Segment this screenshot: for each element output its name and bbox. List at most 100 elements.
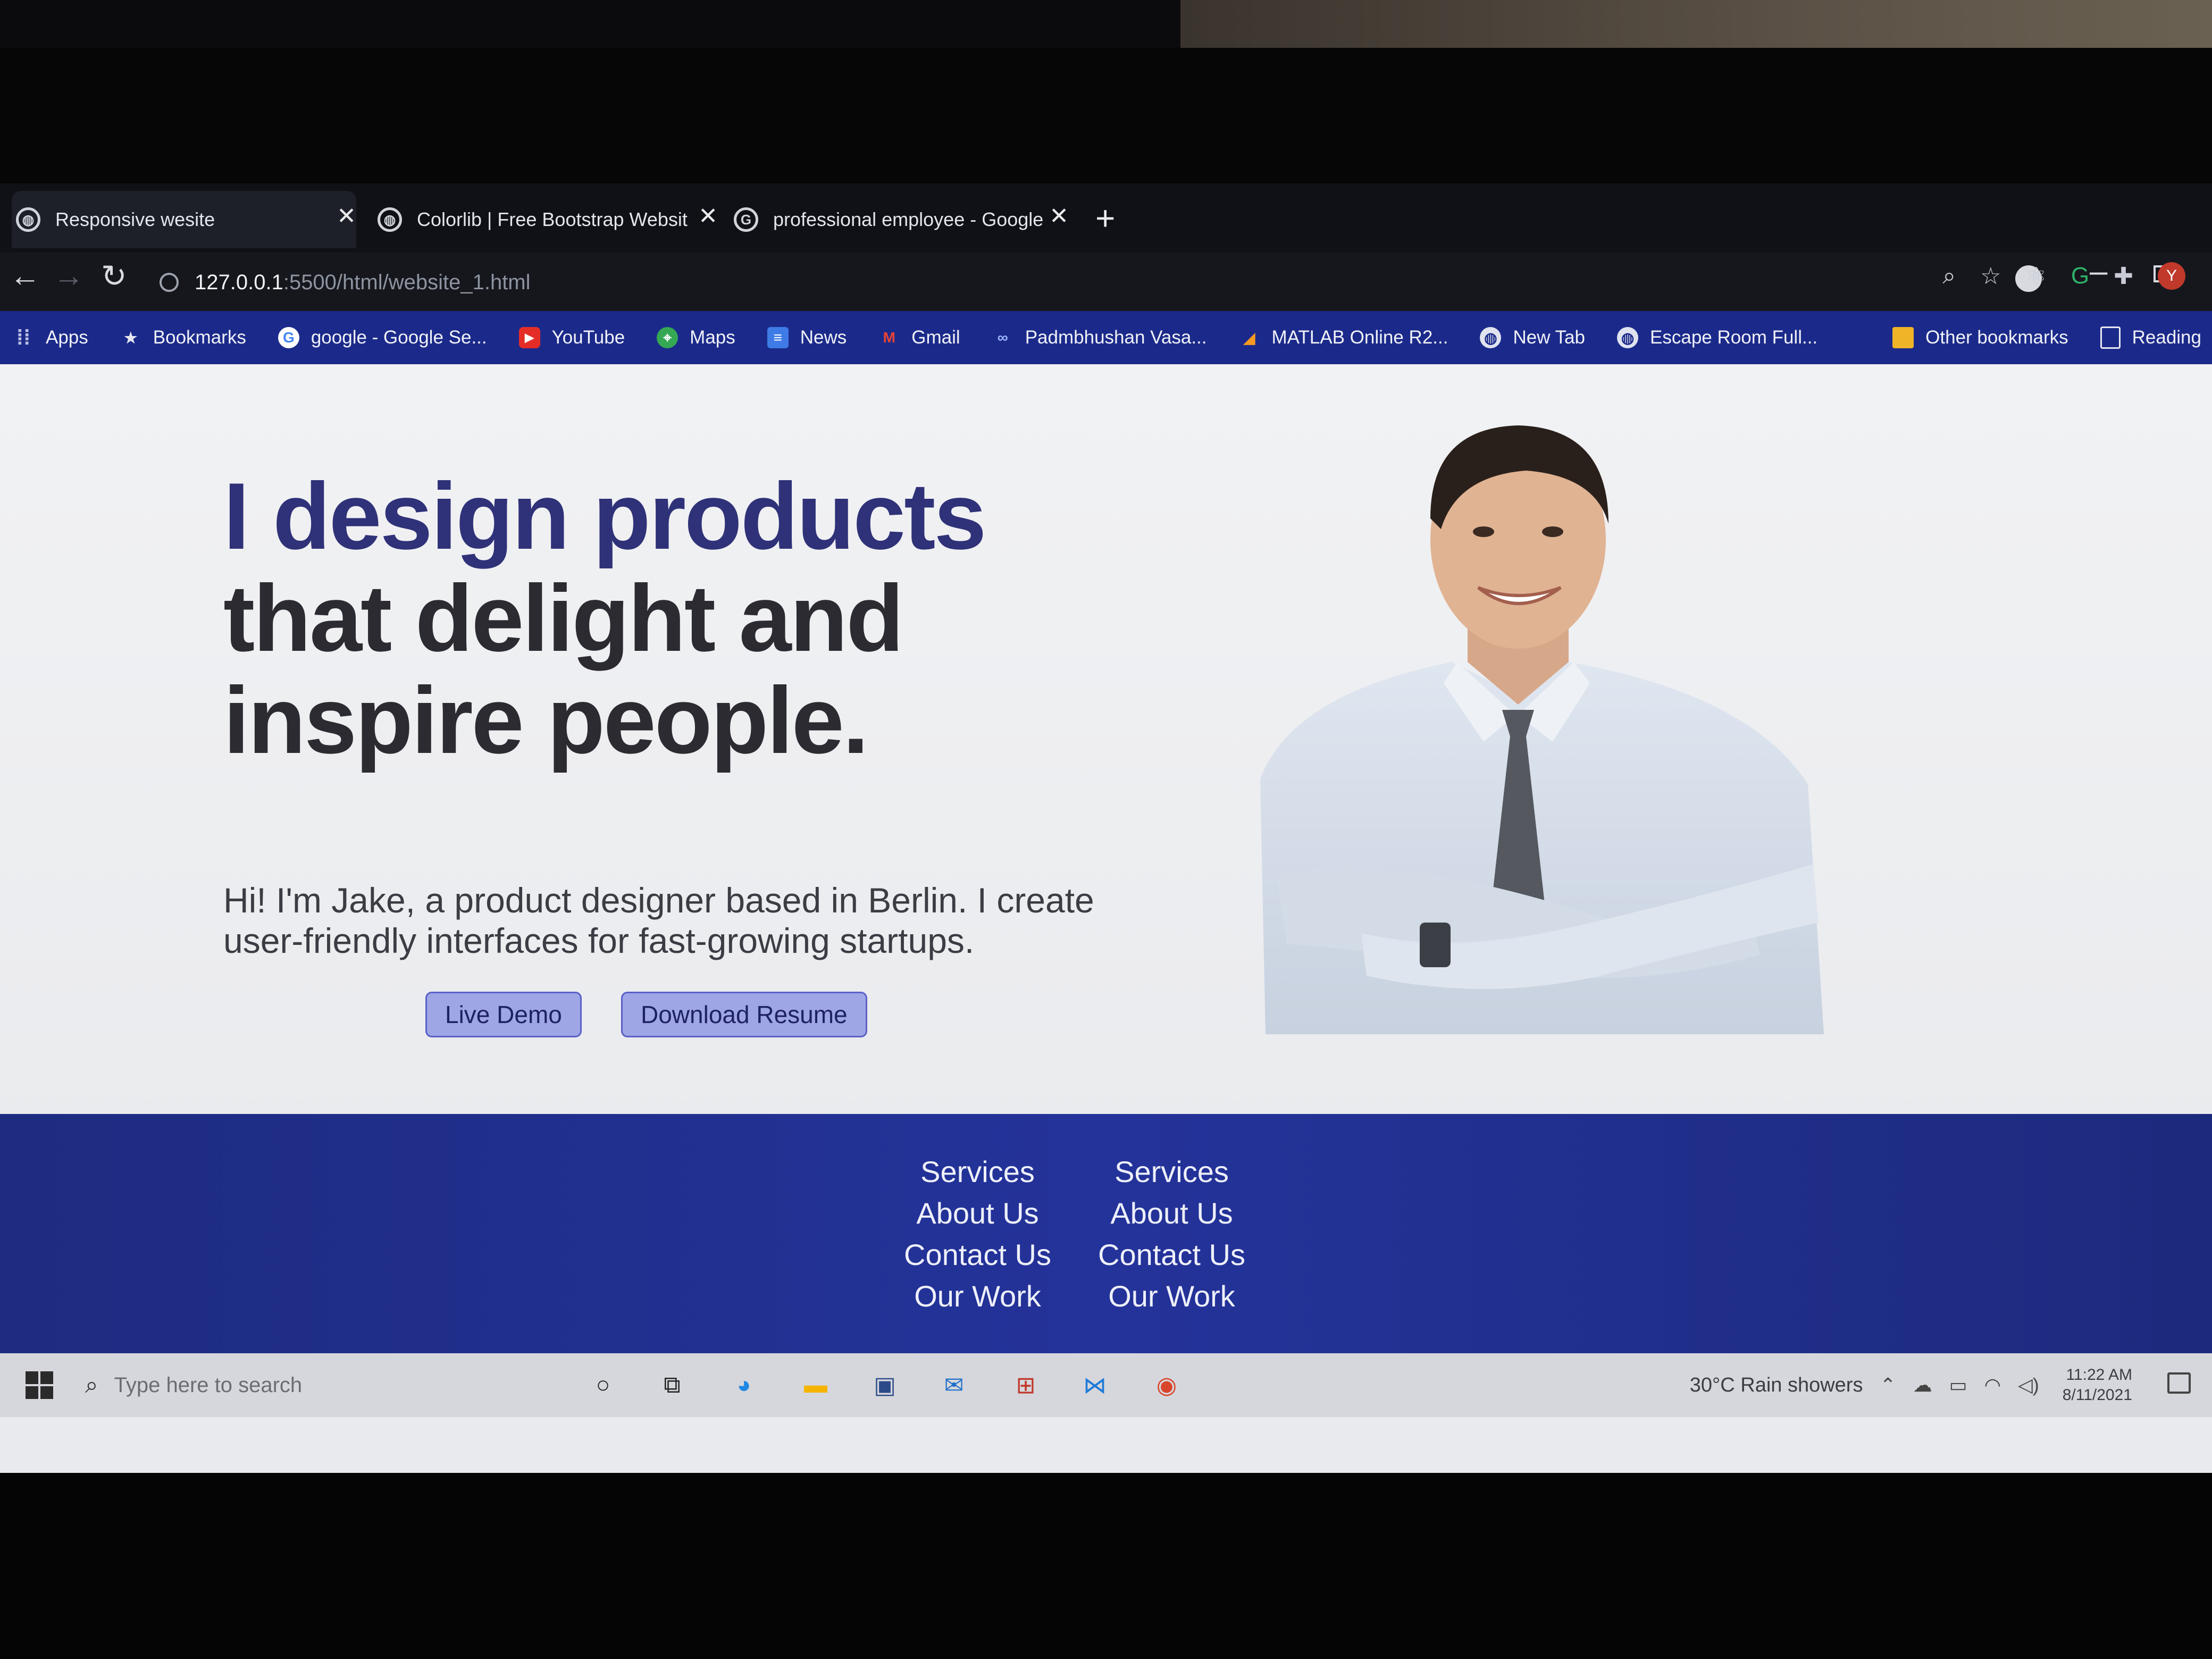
weather-text[interactable]: 30°C Rain showers	[1690, 1374, 1863, 1397]
windows-start-icon[interactable]	[26, 1371, 53, 1399]
hero-title-accent: I design products	[223, 463, 986, 569]
google-icon: G	[734, 207, 758, 232]
clock-date: 8/11/2021	[2062, 1386, 2132, 1404]
profile-avatar[interactable]: Y	[2158, 262, 2185, 290]
task-view-icon[interactable]: ⧉	[654, 1367, 690, 1403]
url-path: :5500/html/website_1.html	[283, 270, 531, 294]
taskbar-search-placeholder: Type here to search	[114, 1373, 303, 1397]
maps-icon: ⌖	[657, 327, 678, 348]
footer-link-about-us[interactable]: About Us	[1110, 1193, 1233, 1234]
download-resume-button[interactable]: Download Resume	[621, 992, 867, 1037]
globe-icon: ◍	[378, 207, 402, 232]
wifi-icon[interactable]: ◠	[1984, 1374, 2001, 1396]
bookmark-gmail[interactable]: M Gmail	[878, 327, 960, 348]
hero-title: I design products that delight and inspi…	[223, 465, 1234, 772]
tab-title: professional employee - Google	[773, 208, 1044, 230]
footer-nav-column: Services About Us Contact Us Our Work	[904, 1151, 1051, 1317]
close-icon[interactable]: ✕	[1049, 203, 1069, 230]
bookmark-bookmarks[interactable]: ★ Bookmarks	[120, 327, 246, 348]
hero-title-line-2: that delight and	[223, 565, 904, 671]
bookmark-maps[interactable]: ⌖ Maps	[657, 327, 735, 348]
globe-icon: ◍	[1480, 327, 1502, 348]
footer-link-services[interactable]: Services	[920, 1151, 1035, 1193]
address-bar[interactable]: 127.0.0.1 :5500/html/website_1.html	[160, 263, 1967, 301]
bookmark-star-icon[interactable]: ☆	[1980, 263, 2001, 290]
close-icon[interactable]: ✕	[337, 203, 356, 230]
footer-link-about-us[interactable]: About Us	[916, 1193, 1038, 1234]
bookmarks-bar: ⁞⁞ Apps ★ Bookmarks Ggoogle - Google Se...…	[0, 262, 2212, 364]
mail-icon[interactable]: ✉	[936, 1367, 972, 1403]
globe-icon: ◍	[16, 207, 40, 232]
toolbar: ← → ↻ 127.0.0.1 :5500/html/website_1.htm…	[0, 253, 2212, 311]
notification-icon[interactable]	[2167, 1372, 2191, 1394]
system-tray: 30°C Rain showers ⌃ ☁ ▭ ◠ ◁) 11:22 AM 8/…	[1690, 1361, 2132, 1410]
file-explorer-icon[interactable]: ▬	[798, 1367, 834, 1403]
close-icon[interactable]: ✕	[698, 203, 718, 230]
store-icon[interactable]: ▣	[867, 1367, 903, 1403]
footer-link-contact-us[interactable]: Contact Us	[1098, 1234, 1245, 1276]
monitor-bezel-top	[0, 48, 2212, 191]
footer-link-services[interactable]: Services	[1115, 1151, 1229, 1193]
clock[interactable]: 11:22 AM 8/11/2021	[2063, 1365, 2132, 1405]
zoom-icon[interactable]: ⌕	[1942, 263, 1956, 289]
bookmark-youtube[interactable]: ▶ YouTube	[518, 327, 625, 348]
reading-list-icon	[2100, 326, 2121, 349]
react-extension-icon[interactable]: ⚛	[2025, 263, 2046, 290]
gift-icon[interactable]: ⊞	[1008, 1367, 1044, 1403]
taskbar: ⌕ Type here to search ○ ⧉ ◕ ▬ ▣ ✉ ⊞ ⋈ ◉ …	[0, 1353, 2212, 1417]
tab-google-search[interactable]: G professional employee - Google ✕	[734, 191, 1069, 248]
site-info-icon[interactable]	[160, 273, 179, 292]
gmail-icon: M	[883, 329, 895, 346]
chevron-up-icon[interactable]: ⌃	[1880, 1374, 1896, 1396]
bookmark-matlab[interactable]: ◢ MATLAB Online R2...	[1239, 327, 1448, 348]
other-bookmarks[interactable]: Other bookmarks	[1892, 327, 2068, 348]
footer-link-contact-us[interactable]: Contact Us	[904, 1234, 1051, 1276]
new-tab-plus-icon[interactable]: +	[1095, 198, 1115, 238]
star-icon: ★	[124, 329, 138, 346]
link-icon: ∞	[997, 329, 1008, 346]
bookmark-escape-room[interactable]: ◍ Escape Room Full...	[1617, 327, 1817, 348]
footer-link-our-work[interactable]: Our Work	[914, 1276, 1041, 1317]
grammarly-icon[interactable]: G	[2071, 263, 2089, 289]
cloud-icon[interactable]: ☁	[1913, 1374, 1932, 1396]
bookmark-padmbhushan[interactable]: ∞ Padmbhushan Vasa...	[992, 327, 1207, 348]
url-host: 127.0.0.1	[195, 270, 283, 294]
volume-icon[interactable]: ◁)	[2018, 1374, 2039, 1396]
tab-title: Colorlib | Free Bootstrap Websit	[417, 208, 688, 230]
hero-intro: Hi! I'm Jake, a product designer based i…	[223, 881, 1094, 960]
bookmark-apps[interactable]: ⁞⁞ Apps	[13, 325, 88, 349]
bookmarks-right: ⌕ ☆ ⚛ G ✚ Y Other bookmarks Reading	[1861, 262, 2201, 364]
portrait-image	[1260, 425, 1824, 1034]
tab-strip: ◍ Responsive wesite ✕ ◍ Colorlib | Free …	[0, 183, 2212, 253]
bookmark-new-tab[interactable]: ◍ New Tab	[1480, 327, 1585, 348]
back-arrow-icon[interactable]: ←	[10, 258, 40, 294]
youtube-icon: ▶	[518, 327, 540, 348]
bookmark-google[interactable]: Ggoogle - Google Se...	[278, 327, 487, 348]
google-icon: G	[278, 327, 299, 348]
cortana-icon[interactable]: ○	[585, 1367, 621, 1403]
screen: ◍ Responsive wesite ✕ ◍ Colorlib | Free …	[0, 183, 2212, 1481]
search-icon: ⌕	[85, 1372, 98, 1398]
folder-icon	[1892, 327, 1914, 348]
footer-nav-column: Services About Us Contact Us Our Work	[1098, 1151, 1245, 1317]
reload-icon[interactable]: ↻	[101, 258, 127, 294]
extensions-puzzle-icon[interactable]: ✚	[2114, 263, 2133, 290]
forward-arrow-icon[interactable]: →	[53, 258, 84, 294]
matlab-icon: ◢	[1243, 329, 1255, 346]
battery-icon[interactable]: ▭	[1949, 1374, 1967, 1396]
apps-icon: ⁞⁞	[16, 325, 31, 349]
live-demo-button[interactable]: Live Demo	[425, 992, 582, 1037]
extension-icons: ⌕ ☆ ⚛ G ✚ Y	[1918, 262, 2185, 290]
tab-responsive-website[interactable]: ◍ Responsive wesite ✕	[12, 191, 356, 248]
taskbar-search-box[interactable]: ⌕ Type here to search	[85, 1362, 574, 1409]
hero-title-line-3: inspire people.	[223, 667, 869, 773]
vscode-icon[interactable]: ⋈	[1077, 1367, 1113, 1403]
bookmark-news[interactable]: ≡ News	[767, 327, 847, 348]
tab-colorlib[interactable]: ◍ Colorlib | Free Bootstrap Websit ✕	[378, 191, 718, 248]
news-icon: ≡	[767, 327, 789, 348]
edge-icon[interactable]: ◕	[726, 1367, 762, 1403]
footer-link-our-work[interactable]: Our Work	[1108, 1276, 1235, 1317]
reading-list[interactable]: Reading	[2100, 326, 2201, 349]
chrome-icon[interactable]: ◉	[1149, 1367, 1185, 1403]
clock-time: 11:22 AM	[2066, 1366, 2132, 1384]
